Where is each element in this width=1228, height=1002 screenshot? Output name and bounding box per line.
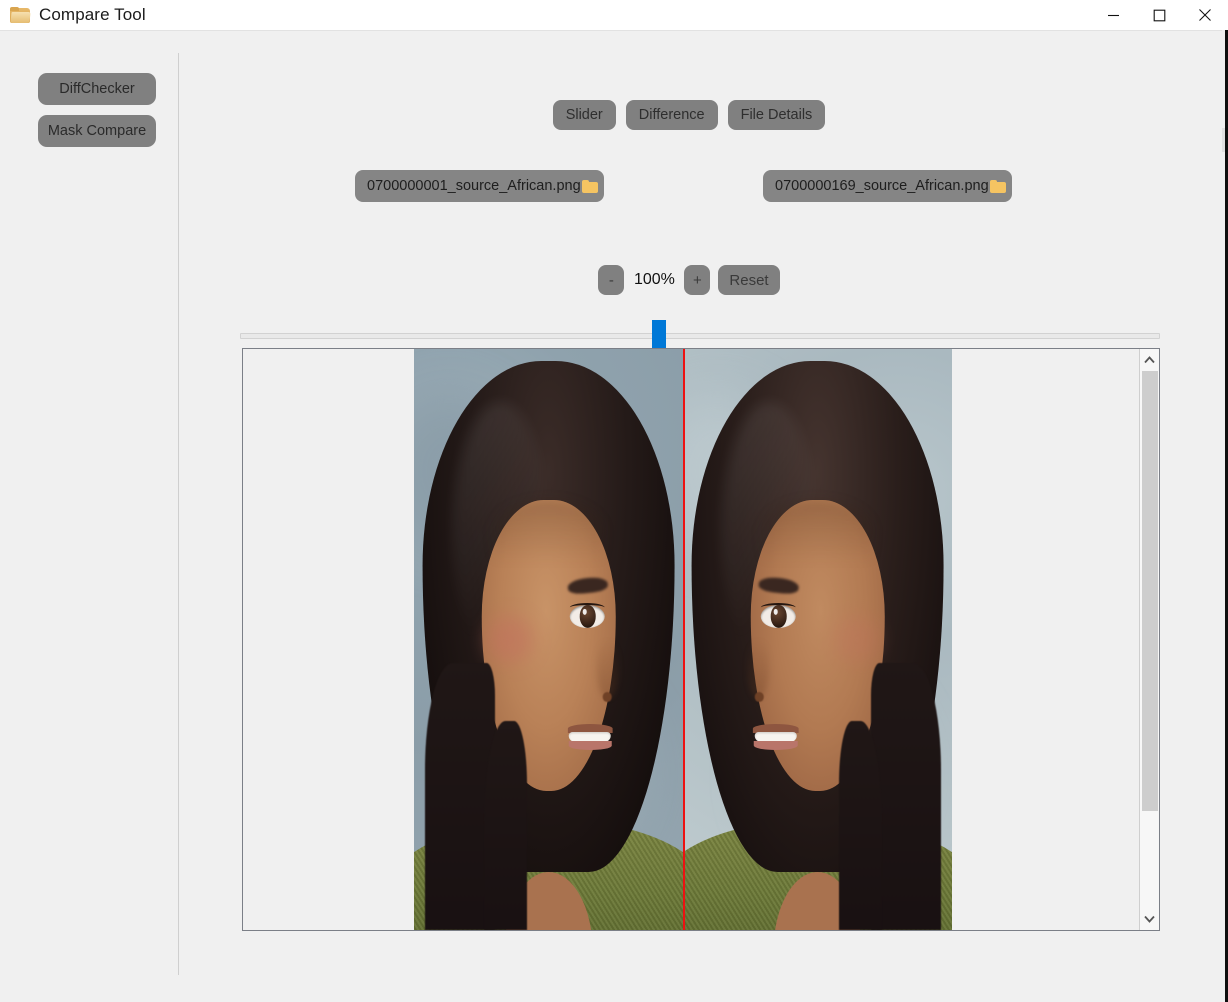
image-viewer[interactable]	[242, 348, 1160, 931]
zoom-level-value: 100%	[633, 271, 675, 288]
tab-difference[interactable]: Difference	[625, 100, 718, 130]
folder-icon	[581, 179, 598, 193]
image-right-half	[683, 349, 952, 930]
maximize-button[interactable]	[1136, 0, 1182, 30]
minimize-button[interactable]	[1090, 0, 1136, 30]
file-selector-left[interactable]: 0700000001_source_African.png	[355, 170, 604, 202]
scroll-up-button[interactable]	[1140, 349, 1159, 371]
file-selector-right[interactable]: 0700000169_source_African.png	[763, 170, 1012, 202]
image-left-half	[414, 349, 683, 930]
scroll-down-button[interactable]	[1140, 908, 1159, 930]
viewer-scrollbar[interactable]	[1139, 349, 1159, 930]
close-icon	[1199, 9, 1211, 21]
tab-slider[interactable]: Slider	[552, 100, 616, 130]
slider-handle[interactable]	[652, 320, 666, 349]
viewer-canvas	[243, 349, 1141, 930]
sidebar: DiffChecker Mask Compare	[0, 30, 178, 1002]
zoom-out-button[interactable]: -	[598, 265, 625, 295]
folder-icon	[989, 179, 1006, 193]
tab-file-details[interactable]: File Details	[727, 100, 826, 130]
mode-button-row: Slider Difference File Details	[179, 100, 1199, 130]
chevron-up-icon	[1144, 356, 1155, 364]
file-name-right: 0700000169_source_African.png	[775, 178, 989, 194]
window-title: Compare Tool	[39, 5, 146, 24]
chevron-down-icon	[1144, 915, 1155, 923]
zoom-reset-button[interactable]: Reset	[718, 265, 780, 295]
scrollbar-thumb[interactable]	[1142, 371, 1158, 811]
folder-icon	[10, 6, 31, 24]
sidebar-item-diffchecker[interactable]: DiffChecker	[38, 73, 156, 105]
maximize-icon	[1153, 9, 1165, 21]
app-body: DiffChecker Mask Compare Slider Differen…	[0, 30, 1228, 1002]
file-selector-row: 0700000001_source_African.png 0700000169…	[179, 170, 1199, 204]
title-bar: Compare Tool	[0, 0, 1228, 30]
window-controls	[1090, 0, 1228, 30]
zoom-controls: - 100% + Reset	[179, 265, 1199, 295]
minimize-icon	[1107, 14, 1119, 16]
comparison-image	[414, 349, 952, 930]
sidebar-item-mask-compare[interactable]: Mask Compare	[38, 115, 156, 147]
close-button[interactable]	[1182, 0, 1228, 30]
slider-track[interactable]	[240, 333, 1160, 339]
main-panel: Slider Difference File Details 070000000…	[179, 30, 1228, 1002]
file-name-left: 0700000001_source_African.png	[367, 178, 581, 194]
zoom-in-button[interactable]: +	[684, 265, 711, 295]
image-divider-line	[683, 349, 685, 930]
